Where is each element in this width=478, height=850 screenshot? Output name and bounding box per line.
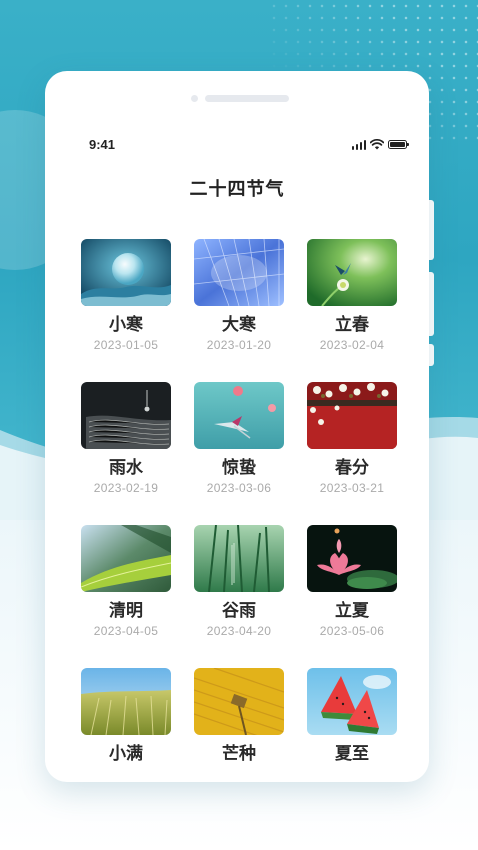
yellow-harvest-field-photo (194, 668, 284, 735)
term-date: 2023-04-20 (206, 624, 272, 638)
wheat-field-photo (81, 668, 171, 735)
phone-side-button (429, 344, 434, 366)
term-name: 清明 (109, 601, 143, 620)
phone-side-button (429, 200, 434, 260)
term-date: 2023-05-06 (319, 624, 385, 638)
term-card[interactable]: 清明 2023-04-05 (81, 525, 171, 668)
term-card[interactable]: 小满 (81, 668, 171, 782)
term-card[interactable]: 大寒 2023-01-20 (194, 239, 284, 382)
term-date: 2023-02-04 (319, 338, 385, 352)
hummingbird-blossom-photo (194, 382, 284, 449)
term-card[interactable]: 谷雨 2023-04-20 (194, 525, 284, 668)
term-name: 雨水 (109, 458, 143, 477)
solar-terms-grid: 小寒 2023-01-05 大寒 2023-01-20 立春 2023-02-0… (81, 239, 397, 782)
term-name: 夏至 (335, 744, 369, 763)
term-name: 芒种 (222, 744, 256, 763)
term-thumbnail (194, 668, 284, 735)
term-thumbnail (194, 525, 284, 592)
term-date: 2023-03-06 (206, 481, 272, 495)
term-card[interactable]: 芒种 (194, 668, 284, 782)
term-date: 2023-01-05 (93, 338, 159, 352)
term-thumbnail (307, 668, 397, 735)
pink-lotus-photo (307, 525, 397, 592)
butterfly-on-flower-photo (307, 239, 397, 306)
frozen-bubble-photo (81, 239, 171, 306)
phone-frame: 9:41 二十四节气 小寒 2023-01-05 大寒 2023-01-20 立… (45, 71, 429, 782)
term-thumbnail (307, 382, 397, 449)
term-name: 小寒 (109, 315, 143, 334)
term-thumbnail (194, 382, 284, 449)
term-name: 春分 (335, 458, 369, 477)
camera-dot (191, 95, 198, 102)
wifi-icon (370, 139, 384, 150)
term-thumbnail (194, 239, 284, 306)
term-card[interactable]: 夏至 (307, 668, 397, 782)
status-icons (351, 139, 409, 150)
term-date: 2023-04-05 (93, 624, 159, 638)
term-thumbnail (81, 668, 171, 735)
term-card[interactable]: 惊蛰 2023-03-06 (194, 382, 284, 525)
term-name: 大寒 (222, 315, 256, 334)
term-name: 立春 (335, 315, 369, 334)
term-date: 2023-01-20 (206, 338, 272, 352)
page-title: 二十四节气 (189, 179, 285, 199)
green-grass-rain-photo (194, 525, 284, 592)
term-name: 小满 (109, 744, 143, 763)
watermelon-slices-photo (307, 668, 397, 735)
battery-icon (388, 140, 409, 149)
term-thumbnail (81, 382, 171, 449)
term-thumbnail (307, 525, 397, 592)
term-thumbnail (307, 239, 397, 306)
term-card[interactable]: 小寒 2023-01-05 (81, 239, 171, 382)
term-name: 立夏 (335, 601, 369, 620)
term-card[interactable]: 春分 2023-03-21 (307, 382, 397, 525)
status-bar: 9:41 (89, 137, 409, 155)
status-time: 9:41 (89, 137, 116, 152)
speaker-bar (205, 95, 289, 102)
term-date: 2023-02-19 (93, 481, 159, 495)
term-name: 谷雨 (222, 601, 256, 620)
water-drop-on-book-photo (81, 382, 171, 449)
term-card[interactable]: 立夏 2023-05-06 (307, 525, 397, 668)
blue-frost-feather-photo (194, 239, 284, 306)
red-wall-white-blossom-photo (307, 382, 397, 449)
term-thumbnail (81, 525, 171, 592)
green-leaf-closeup-photo (81, 525, 171, 592)
term-date: 2023-03-21 (319, 481, 385, 495)
cellular-signal-icon (351, 139, 366, 150)
term-card[interactable]: 雨水 2023-02-19 (81, 382, 171, 525)
term-card[interactable]: 立春 2023-02-04 (307, 239, 397, 382)
term-thumbnail (81, 239, 171, 306)
phone-side-button (429, 272, 434, 336)
term-name: 惊蛰 (222, 458, 256, 477)
